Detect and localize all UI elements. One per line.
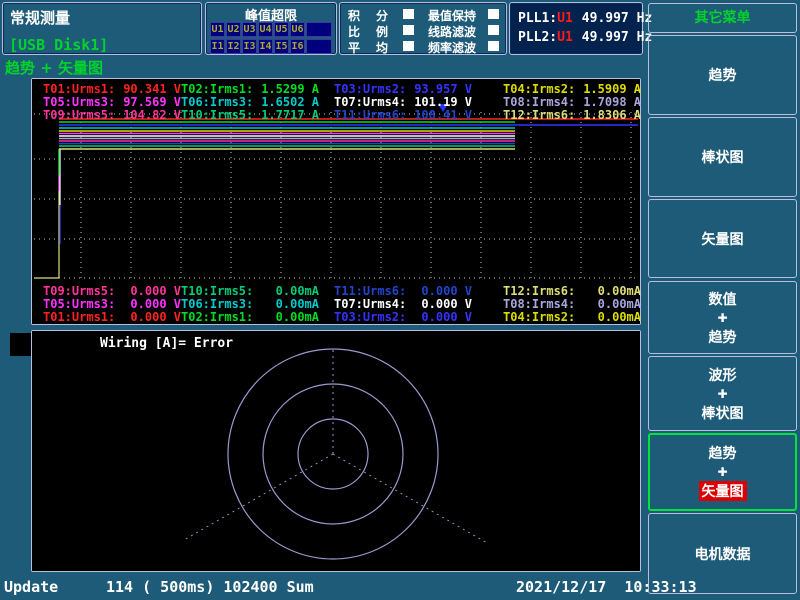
mode-title: 常规测量 <box>10 7 70 28</box>
peak-cell-i3: I3 <box>242 39 257 54</box>
trend-value-T10: T10:Irms5:1.7717 A <box>181 108 319 122</box>
peak-cell-u4: U4 <box>258 22 273 37</box>
trend-value-T02: T02:Irms1:0.00mA <box>181 310 319 324</box>
options-panel: 积分最值保持比例线路滤波平均 频率滤波 <box>339 2 507 55</box>
scaling-checkbox[interactable] <box>403 25 414 35</box>
pll2-frequency: 49.997 Hz <box>582 30 652 45</box>
trend-value-T05: T05:Urms3:0.000 V <box>43 297 181 311</box>
sidebar-item-label: 矢量图 <box>702 229 744 249</box>
trend-value-T06: T06:Irms3:0.00mA <box>181 297 319 311</box>
pll-row-2: PLL2:U1 49.997 Hz <box>518 30 652 45</box>
sidebar-item-label: 趋势 <box>709 327 737 347</box>
peak-cell-i4: I4 <box>258 39 273 54</box>
pll-row-1: PLL1:U1 49.997 Hz <box>518 11 652 26</box>
sidebar-item-trend-vector[interactable]: 趋势 ✚ 矢量图 <box>648 433 797 511</box>
peak-cell-i5: I5 <box>274 39 289 54</box>
averaging-checkbox[interactable] <box>403 41 414 51</box>
pll1-frequency: 49.997 Hz <box>582 11 652 26</box>
line-filter-checkbox[interactable] <box>488 25 499 35</box>
sidebar-item-bar-chart[interactable]: 棒状图 <box>648 117 797 197</box>
sidebar-item-trend[interactable]: 趋势 <box>648 35 797 115</box>
pll1-label: PLL1: <box>518 11 557 26</box>
max-hold-checkbox[interactable] <box>488 9 499 19</box>
trend-value-T03: T03:Urms2:93.957 V <box>334 82 472 96</box>
trend-value-T08: T08:Irms4:0.00mA <box>503 297 641 311</box>
wiring-status: Wiring [A]= Error <box>100 336 233 351</box>
trend-value-T07: T07:Urms4:0.000 V <box>334 297 472 311</box>
peak-cell-empty <box>306 22 332 37</box>
peak-cell-u5: U5 <box>274 22 289 37</box>
peak-cell-i6: I6 <box>290 39 305 54</box>
peak-limit-current-row: I1I2I3I4I5I6 <box>210 39 332 54</box>
pll-panel: PLL1:U149.997 HzPLL2:U149.997 Hz <box>509 2 643 55</box>
option-row-integration: 积分最值保持 <box>340 6 506 23</box>
sidebar-item-label: 趋势 <box>709 65 737 85</box>
trend-value-T03: T03:Urms2:0.000 V <box>334 310 472 324</box>
vector-plot <box>32 331 640 571</box>
trend-value-T12: T12:Irms6:1.8306 A <box>503 108 641 122</box>
trend-value-T10: T10:Irms5:0.00mA <box>181 284 319 298</box>
sidebar-item-label: 趋势 <box>709 443 737 463</box>
averaging-label-2: 均 <box>376 39 388 56</box>
peak-cell-u2: U2 <box>226 22 241 37</box>
trend-value-T09: T09:Urms5:104.82 V <box>43 108 181 122</box>
trend-value-T07: T07:Urms4:101.19 V <box>334 95 472 109</box>
sidebar-item-label: 棒状图 <box>702 147 744 167</box>
trend-value-T04: T04:Irms2:1.5909 A <box>503 82 641 96</box>
title-panel: 常规测量 [USB Disk1] <box>2 2 202 55</box>
peak-cell-i2: I2 <box>226 39 241 54</box>
pll2-source: U1 <box>557 30 573 45</box>
freq-filter-label: 频率滤波 <box>428 39 476 56</box>
trend-value-T11: T11:Urms6:108.41 V <box>334 108 472 122</box>
trend-panel: T01:Urms1:90.341 VT02:Irms1:1.5299 A T03:… <box>31 78 641 325</box>
averaging-label-1: 平 <box>348 39 360 56</box>
sidebar-item-label: 矢量图 <box>699 481 747 501</box>
sidebar-menu: 其它菜单 趋势棒状图矢量图数值✚趋势波形✚棒状图趋势✚矢量图电机数据 <box>648 0 797 600</box>
option-row-averaging: 平均 频率滤波 <box>340 38 506 55</box>
plus-icon: ✚ <box>717 312 727 324</box>
peak-limit-panel: 峰值超限 U1U2U3U4U5U6 I1I2I3I4I5I6 <box>205 2 337 55</box>
plus-icon: ✚ <box>717 466 727 478</box>
update-label: Update <box>4 578 58 596</box>
trend-value-T04: T04:Irms2:0.00mA <box>503 310 641 324</box>
sidebar-item-numeric-trend[interactable]: 数值 ✚ 趋势 <box>648 281 797 354</box>
freq-filter-checkbox[interactable] <box>488 41 499 51</box>
sidebar-item-label: 电机数据 <box>695 544 751 564</box>
update-counter: 114 ( 500ms) 102400 Sum <box>106 578 314 596</box>
peak-cell-empty <box>306 39 332 54</box>
trend-value-T06: T06:Irms3:1.6502 A <box>181 95 319 109</box>
plus-icon: ✚ <box>717 388 727 400</box>
sidebar-item-label: 波形 <box>709 365 737 385</box>
trend-value-T01: T01:Urms1:0.000 V <box>43 310 181 324</box>
trend-value-T11: T11:Urms6:0.000 V <box>334 284 472 298</box>
option-row-scaling: 比例线路滤波 <box>340 22 506 39</box>
integration-checkbox[interactable] <box>403 9 414 19</box>
sidebar-item-label: 数值 <box>709 289 737 309</box>
trend-value-T05: T05:Urms3:97.569 V <box>43 95 181 109</box>
sidebar-item-label: 棒状图 <box>702 403 744 423</box>
peak-cell-u3: U3 <box>242 22 257 37</box>
trend-value-T02: T02:Irms1:1.5299 A <box>181 82 319 96</box>
power-analyzer-screen: 常规测量 [USB Disk1] 峰值超限 U1U2U3U4U5U6 I1I2I… <box>0 0 800 600</box>
pll2-label: PLL2: <box>518 30 557 45</box>
trend-value-T09: T09:Urms5:0.000 V <box>43 284 181 298</box>
peak-cell-u1: U1 <box>210 22 225 37</box>
trend-value-T12: T12:Irms6:0.00mA <box>503 284 641 298</box>
sidebar-item-vector[interactable]: 矢量图 <box>648 199 797 278</box>
sidebar-item-waveform-bar[interactable]: 波形 ✚ 棒状图 <box>648 356 797 431</box>
view-title: 趋势 + 矢量图 <box>5 57 103 78</box>
vector-panel: Wiring [A]= Error <box>31 330 641 572</box>
peak-limit-voltage-row: U1U2U3U4U5U6 <box>210 22 332 37</box>
status-bar: Update 114 ( 500ms) 102400 Sum 2021/12/1… <box>0 575 800 600</box>
peak-cell-u6: U6 <box>290 22 305 37</box>
peak-cell-i1: I1 <box>210 39 225 54</box>
datetime: 2021/12/17 10:33:13 <box>516 578 697 596</box>
pll1-source: U1 <box>557 11 573 26</box>
sidebar-menu-title[interactable]: 其它菜单 <box>648 3 797 33</box>
trend-value-T08: T08:Irms4:1.7098 A <box>503 95 641 109</box>
usb-status: [USB Disk1] <box>9 36 108 54</box>
trend-value-T01: T01:Urms1:90.341 V <box>43 82 181 96</box>
